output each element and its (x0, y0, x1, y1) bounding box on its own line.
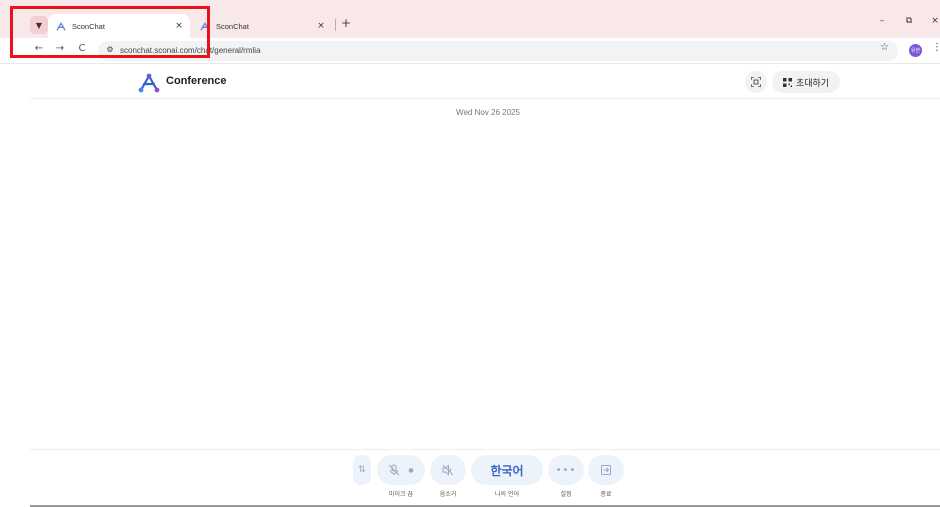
exit-label: 종료 (600, 491, 612, 498)
conference-logo-icon (137, 73, 161, 93)
mic-toggle-button[interactable]: ● (377, 455, 425, 485)
highlight-box (10, 6, 210, 58)
new-tab-button[interactable]: + (340, 16, 352, 30)
sort-arrows-icon: ⇅ (358, 465, 366, 475)
exit-button[interactable] (588, 455, 624, 485)
fullscreen-button[interactable] (745, 71, 767, 93)
exit-icon (601, 465, 611, 475)
browser-menu-icon[interactable]: ⋮ (932, 42, 940, 53)
restore-button[interactable]: ⧉ (903, 16, 915, 26)
language-select-button[interactable]: 한국어 (471, 455, 543, 485)
app-header: Conference 초대하기 (30, 64, 940, 99)
tab-sconchat-inactive[interactable]: SconChat × (192, 14, 332, 38)
tab-title: SconChat (216, 21, 249, 31)
expand-icon (751, 77, 761, 87)
mic-status-dot-icon: ● (408, 466, 414, 474)
language-label: 나의 언어 (495, 491, 519, 498)
settings-button[interactable]: ••• (548, 455, 584, 485)
invite-label: 초대하기 (795, 78, 830, 89)
mute-toggle-button[interactable] (430, 455, 466, 485)
qr-code-icon (782, 77, 792, 87)
chat-date-divider: Wed Nov 26 2025 (456, 108, 520, 117)
mic-off-icon (389, 464, 400, 476)
invite-button[interactable]: 초대하기 (772, 71, 840, 93)
tab-close-icon[interactable]: × (314, 21, 328, 31)
bookmark-star-icon[interactable]: ☆ (880, 42, 889, 53)
sort-toggle-button[interactable]: ⇅ (353, 455, 371, 485)
control-bar-divider (30, 449, 940, 450)
settings-label: 설정 (560, 491, 572, 498)
mic-label: 마이크 끔 (389, 491, 413, 498)
minimize-button[interactable]: – (876, 16, 888, 26)
tab-separator (335, 19, 336, 31)
url-field[interactable]: ⚙ sconchat.sconai.com/chat/general/rmlia (98, 41, 898, 61)
window-close-button[interactable]: × (929, 16, 940, 26)
page-title: Conference (166, 75, 227, 87)
speaker-off-icon (442, 464, 454, 476)
profile-avatar[interactable]: 유한 (909, 44, 922, 57)
speaker-label: 음소거 (439, 491, 457, 498)
